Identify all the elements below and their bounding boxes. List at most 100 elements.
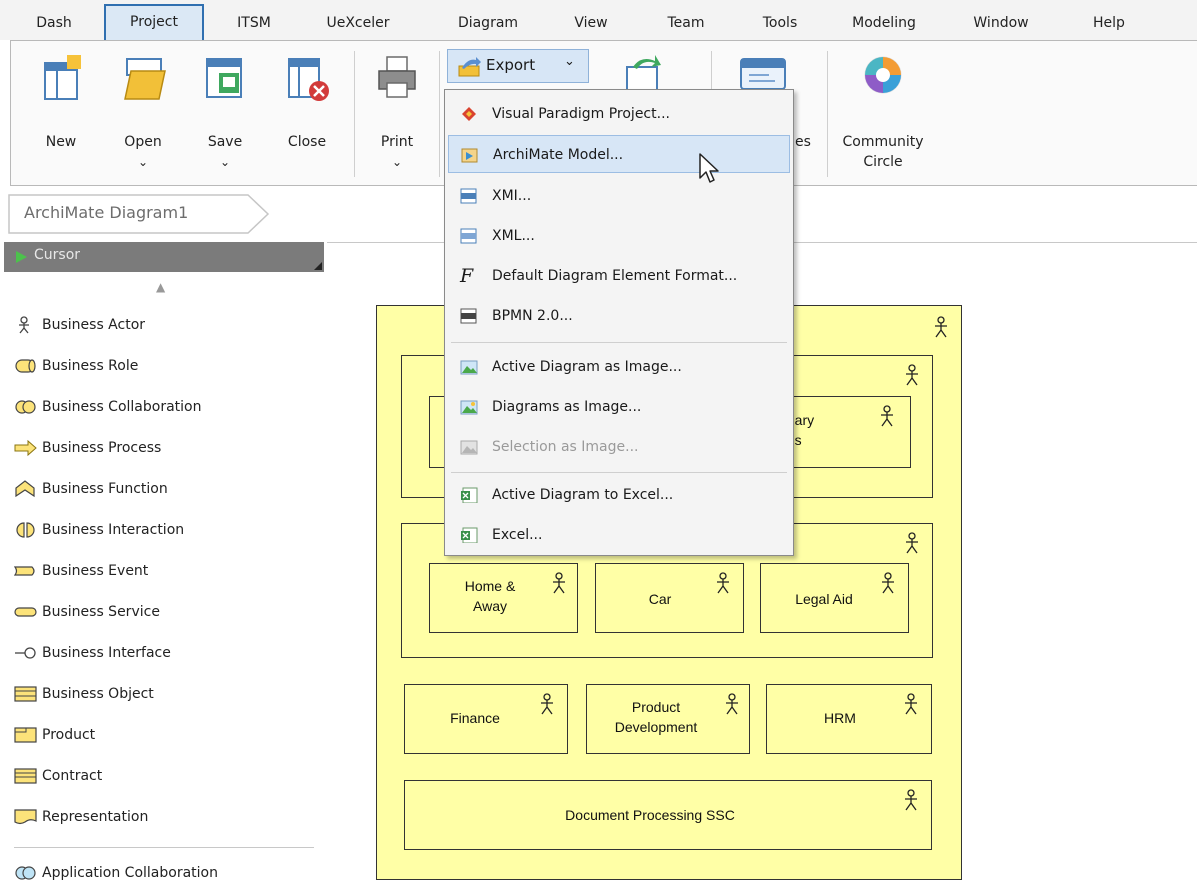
palette-item[interactable]: Business Service bbox=[14, 597, 160, 627]
menu-item-archimate-model[interactable]: ArchiMate Model... bbox=[448, 135, 790, 173]
tab-dash[interactable]: Dash bbox=[14, 6, 94, 40]
sync-icon[interactable] bbox=[623, 53, 663, 93]
xml-icon bbox=[460, 228, 477, 244]
images-icon bbox=[460, 400, 478, 415]
menu-item-default-format[interactable]: F Default Diagram Element Format... bbox=[448, 257, 790, 295]
palette-item[interactable]: Business Interface bbox=[14, 638, 171, 668]
palette-divider bbox=[14, 847, 314, 848]
palette-item-label: Business Event bbox=[42, 563, 149, 579]
palette-item[interactable]: Contract bbox=[14, 761, 102, 791]
palette-item[interactable]: Business Actor bbox=[14, 310, 145, 340]
menu-item-xml[interactable]: XML... bbox=[448, 217, 790, 255]
palette-item[interactable]: Business Interaction bbox=[14, 515, 184, 545]
menu-item-label: Active Diagram as Image... bbox=[492, 359, 682, 375]
community-label-1: Community bbox=[842, 134, 924, 150]
mouse-pointer-icon bbox=[699, 153, 719, 183]
palette-item[interactable]: Application Collaboration bbox=[14, 858, 218, 888]
close-project-icon bbox=[288, 58, 329, 101]
business-service-icon bbox=[14, 607, 37, 617]
menu-item-diagrams-image[interactable]: Diagrams as Image... bbox=[448, 388, 790, 426]
business-actor-icon bbox=[906, 532, 918, 554]
save-icon bbox=[206, 58, 242, 98]
palette-item-label: Contract bbox=[42, 768, 103, 784]
format-icon: F bbox=[460, 265, 474, 287]
open-chevron-down-icon[interactable]: ⌄ bbox=[111, 153, 175, 172]
export-chevron-down-icon: ⌄ bbox=[564, 54, 575, 69]
ribbon-separator bbox=[354, 51, 355, 177]
tab-project[interactable]: Project bbox=[104, 4, 204, 40]
palette-item[interactable]: Business Process bbox=[14, 433, 161, 463]
palette-item[interactable]: Representation bbox=[14, 802, 148, 832]
community-label-2: Circle bbox=[863, 154, 903, 170]
print-button[interactable]: Print ⌄ bbox=[367, 41, 427, 181]
export-label: Export bbox=[486, 56, 536, 74]
breadcrumb-label[interactable]: ArchiMate Diagram1 bbox=[24, 203, 188, 222]
tab-uexceler[interactable]: UeXceler bbox=[310, 6, 406, 40]
save-chevron-down-icon[interactable]: ⌄ bbox=[195, 153, 255, 172]
excel-icon bbox=[461, 487, 478, 503]
tab-team[interactable]: Team bbox=[648, 6, 724, 40]
menu-item-xmi[interactable]: XMI... bbox=[448, 177, 790, 215]
palette-item[interactable]: Product bbox=[14, 720, 95, 750]
print-chevron-down-icon[interactable]: ⌄ bbox=[367, 153, 427, 172]
tab-itsm[interactable]: ITSM bbox=[214, 6, 294, 40]
tab-diagram[interactable]: Diagram bbox=[440, 6, 536, 40]
menu-item-label: Selection as Image... bbox=[492, 439, 639, 455]
palette-item[interactable]: Business Role bbox=[14, 351, 138, 381]
print-label: Print bbox=[380, 134, 414, 150]
properties-icon[interactable] bbox=[739, 55, 787, 91]
close-button[interactable]: Close bbox=[277, 41, 337, 181]
menu-item-label: Active Diagram to Excel... bbox=[492, 487, 674, 503]
palette-item[interactable]: Business Object bbox=[14, 679, 154, 709]
business-actor-icon bbox=[541, 693, 553, 715]
business-actor-icon bbox=[553, 572, 565, 594]
hidden-ribbon-button[interactable]: es bbox=[791, 41, 815, 181]
palette-scroll-up-icon[interactable]: ▲ bbox=[156, 280, 165, 294]
tab-window[interactable]: Window bbox=[956, 6, 1046, 40]
palette-item[interactable]: Business Function bbox=[14, 474, 168, 504]
hrm-label: HRM bbox=[824, 710, 856, 726]
palette-item[interactable]: Business Event bbox=[14, 556, 148, 586]
business-interaction-icon bbox=[16, 522, 35, 538]
palette-cursor[interactable]: Cursor bbox=[4, 242, 324, 272]
business-actor-icon bbox=[882, 572, 894, 594]
car-label: Car bbox=[648, 591, 672, 607]
palette-item-label: Representation bbox=[42, 809, 149, 825]
new-label: New bbox=[45, 134, 77, 150]
new-button[interactable]: New bbox=[31, 41, 91, 181]
menu-item-vp-project[interactable]: Visual Paradigm Project... bbox=[448, 95, 790, 133]
business-actor-icon bbox=[906, 364, 918, 386]
menu-item-label: ArchiMate Model... bbox=[493, 147, 624, 163]
ribbon-separator bbox=[827, 51, 828, 177]
menu-item-bpmn[interactable]: BPMN 2.0... bbox=[448, 297, 790, 335]
product-development-label-1: Product bbox=[631, 699, 681, 715]
menu-item-selection-image: Selection as Image... bbox=[448, 428, 790, 466]
menu-item-active-diagram-excel[interactable]: Active Diagram to Excel... bbox=[448, 476, 790, 514]
menu-item-excel[interactable]: Excel... bbox=[448, 516, 790, 554]
export-button[interactable]: Export ⌄ bbox=[447, 49, 589, 83]
tab-modeling[interactable]: Modeling bbox=[836, 6, 932, 40]
menu-item-active-diagram-image[interactable]: Active Diagram as Image... bbox=[448, 348, 790, 386]
palette-item-label: Business Collaboration bbox=[42, 399, 202, 415]
tab-view[interactable]: View bbox=[556, 6, 626, 40]
ribbon-separator bbox=[439, 51, 440, 177]
save-button[interactable]: Save ⌄ bbox=[195, 41, 255, 181]
business-object-icon bbox=[14, 686, 37, 702]
palette-item-label: Product bbox=[42, 727, 96, 743]
tab-help[interactable]: Help bbox=[1074, 6, 1144, 40]
menu-item-label: Diagrams as Image... bbox=[492, 399, 642, 415]
hidden-ribbon-label: es bbox=[795, 134, 811, 150]
finance-label: Finance bbox=[450, 710, 500, 726]
tab-tools[interactable]: Tools bbox=[742, 6, 818, 40]
business-function-icon bbox=[15, 480, 35, 498]
save-label: Save bbox=[207, 134, 243, 150]
menu-bar: Dash Project ITSM UeXceler Diagram View … bbox=[0, 0, 1197, 40]
application-collaboration-icon bbox=[15, 866, 36, 880]
business-actor-icon bbox=[881, 405, 893, 427]
printer-icon bbox=[378, 56, 416, 98]
business-actor-icon bbox=[905, 789, 917, 811]
palette-item[interactable]: Business Collaboration bbox=[14, 392, 202, 422]
palette-item-label: Business Process bbox=[42, 440, 162, 456]
open-button[interactable]: Open ⌄ bbox=[111, 41, 175, 181]
community-circle-button[interactable]: Community Circle bbox=[831, 41, 935, 181]
